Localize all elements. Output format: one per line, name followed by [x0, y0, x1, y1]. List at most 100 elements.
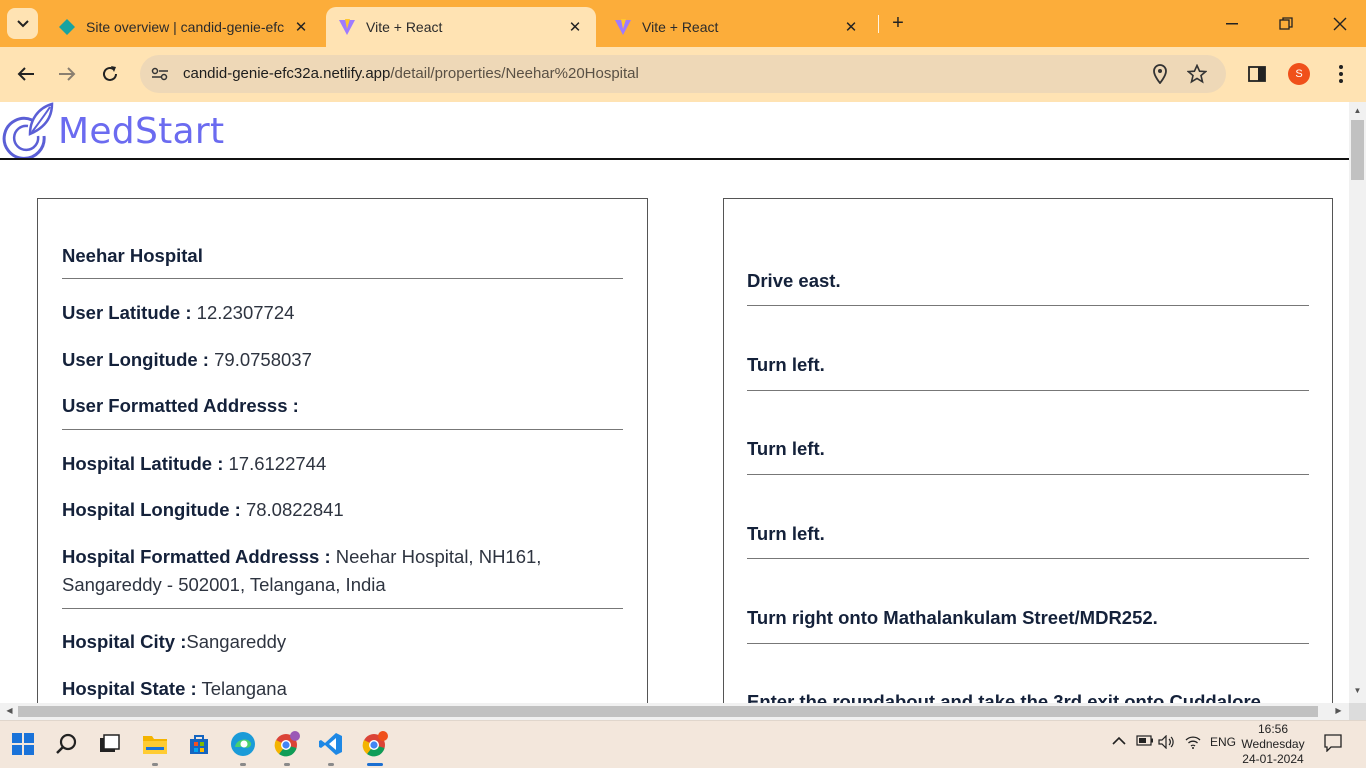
tab-vite-react-active[interactable]: Vite + React ✕: [326, 7, 596, 47]
horizontal-scrollbar[interactable]: ◀ ▶: [0, 703, 1349, 720]
clock[interactable]: 16:56 Wednesday 24-01-2024: [1240, 722, 1306, 767]
sidebar-toggle-icon[interactable]: [1244, 61, 1270, 87]
back-button[interactable]: [11, 59, 41, 89]
running-indicator: [367, 763, 383, 766]
scroll-left-icon[interactable]: ◀: [4, 706, 15, 717]
divider: [747, 390, 1309, 391]
task-view-icon[interactable]: [94, 729, 124, 759]
tab-vite-react[interactable]: Vite + React ✕: [602, 7, 872, 47]
scroll-right-icon[interactable]: ▶: [1333, 706, 1344, 717]
close-icon[interactable]: ✕: [566, 18, 584, 36]
vscode-icon[interactable]: [316, 729, 346, 759]
netlify-icon: [58, 18, 76, 36]
hospital-city-row: Hospital City :Sangareddy: [62, 628, 623, 656]
profile-button[interactable]: S: [1286, 61, 1312, 87]
browser-tabbar: Site overview | candid-genie-efc ✕ Vite …: [0, 0, 1366, 47]
language-indicator[interactable]: ENG: [1210, 735, 1236, 749]
direction-step: Turn left.: [747, 523, 825, 544]
running-indicator: [152, 763, 158, 766]
close-icon[interactable]: ✕: [842, 18, 860, 36]
scrollbar-thumb[interactable]: [1351, 120, 1364, 180]
hospital-name-text: Neehar Hospital: [62, 245, 203, 266]
user-address-row: User Formatted Addresss :: [62, 392, 623, 420]
hospital-city-label: Hospital City :: [62, 631, 187, 652]
edge-icon[interactable]: [228, 729, 258, 759]
tab-title: Site overview | candid-genie-efc: [86, 19, 285, 35]
bookmark-star-icon[interactable]: [1186, 63, 1208, 85]
medstart-logo-icon[interactable]: [2, 102, 56, 158]
brand-name[interactable]: MedStart: [58, 111, 224, 152]
hospital-address-label: Hospital Formatted Addresss :: [62, 546, 331, 567]
user-address-label: User Formatted Addresss :: [62, 395, 299, 416]
scroll-up-icon[interactable]: ▲: [1352, 106, 1363, 117]
chrome-icon[interactable]: [360, 729, 390, 759]
forward-button[interactable]: [52, 59, 82, 89]
arrow-right-icon: [59, 67, 76, 81]
divider: [747, 643, 1309, 644]
microsoft-store-icon[interactable]: [184, 729, 214, 759]
address-bar[interactable]: candid-genie-efc32a.netlify.app/detail/p…: [140, 55, 1226, 93]
notification-icon[interactable]: [1324, 734, 1342, 755]
tab-search-button[interactable]: [7, 8, 38, 39]
divider: [62, 278, 623, 279]
user-latitude-row: User Latitude : 12.2307724: [62, 299, 623, 327]
windows-start-icon[interactable]: [8, 729, 38, 759]
vite-icon: [338, 18, 356, 36]
user-latitude-value: 12.2307724: [196, 302, 295, 323]
search-icon[interactable]: [52, 729, 82, 759]
direction-step: Enter the roundabout and take the 3rd ex…: [747, 691, 1261, 703]
new-tab-button[interactable]: +: [886, 11, 910, 35]
minimize-button[interactable]: [1218, 10, 1246, 38]
close-window-button[interactable]: [1326, 10, 1354, 38]
hospital-state-value: Telangana: [201, 678, 287, 699]
running-indicator: [240, 763, 246, 766]
hospital-details-card: Neehar Hospital User Latitude : 12.23077…: [37, 198, 648, 703]
divider: [62, 429, 623, 430]
running-indicator: [284, 763, 290, 766]
battery-icon[interactable]: [1136, 735, 1154, 749]
arrow-left-icon: [17, 67, 34, 81]
chrome-profile-icon[interactable]: [272, 729, 302, 759]
divider: [747, 474, 1309, 475]
windows-taskbar: ENG 16:56 Wednesday 24-01-2024: [0, 720, 1366, 768]
hospital-state-row: Hospital State : Telangana: [62, 675, 623, 703]
hospital-latitude-label: Hospital Latitude :: [62, 453, 224, 474]
close-icon[interactable]: ✕: [292, 18, 310, 36]
hospital-name: Neehar Hospital: [62, 242, 623, 270]
direction-step: Drive east.: [747, 270, 841, 291]
site-settings-icon[interactable]: [149, 63, 171, 85]
tab-site-overview[interactable]: Site overview | candid-genie-efc ✕: [46, 7, 322, 47]
scrollbar-thumb[interactable]: [18, 706, 1318, 717]
location-icon[interactable]: [1149, 63, 1171, 85]
direction-step: Turn right onto Mathalankulam Street/MDR…: [747, 607, 1158, 628]
url-path: /detail/properties/Neehar%20Hospital: [390, 65, 639, 82]
vertical-scrollbar[interactable]: ▲ ▼: [1349, 102, 1366, 703]
site-header: MedStart: [0, 102, 1349, 160]
avatar: S: [1288, 63, 1310, 85]
divider: [62, 608, 623, 609]
volume-icon[interactable]: [1158, 734, 1176, 752]
hospital-address-row: Hospital Formatted Addresss : Neehar Hos…: [62, 543, 623, 599]
user-latitude-label: User Latitude :: [62, 302, 192, 323]
hospital-longitude-value: 78.0822841: [245, 499, 344, 520]
hospital-longitude-row: Hospital Longitude : 78.0822841: [62, 496, 623, 524]
tab-title: Vite + React: [642, 19, 719, 35]
clock-date: 24-01-2024: [1242, 752, 1304, 766]
chevron-down-icon: [16, 19, 29, 27]
browser-toolbar: candid-genie-efc32a.netlify.app/detail/p…: [0, 47, 1366, 102]
restore-button[interactable]: [1272, 10, 1300, 38]
file-explorer-icon[interactable]: [140, 729, 170, 759]
direction-step: Turn left.: [747, 354, 825, 375]
reload-button[interactable]: [95, 59, 125, 89]
scroll-down-icon[interactable]: ▼: [1352, 686, 1363, 697]
browser-menu-button[interactable]: [1328, 61, 1354, 87]
user-longitude-row: User Longitude : 79.0758037: [62, 346, 623, 374]
more-vertical-icon: [1339, 65, 1343, 83]
tab-separator: [878, 15, 879, 33]
tray-overflow-icon[interactable]: [1112, 735, 1126, 749]
url-host: candid-genie-efc32a.netlify.app: [183, 65, 391, 82]
wifi-icon[interactable]: [1185, 735, 1201, 752]
directions-card: Drive east. Turn left. Turn left. Turn l…: [723, 198, 1333, 703]
hospital-state-label: Hospital State :: [62, 678, 197, 699]
url-text: candid-genie-efc32a.netlify.app/detail/p…: [183, 65, 639, 82]
